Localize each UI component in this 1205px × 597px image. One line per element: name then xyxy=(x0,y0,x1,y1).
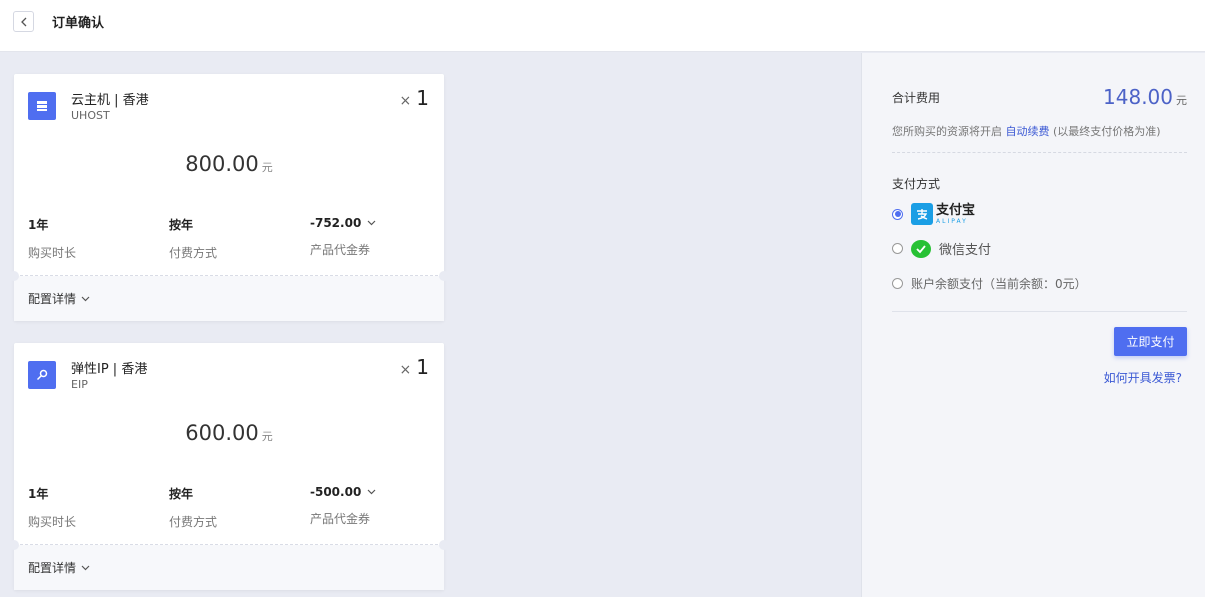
chevron-down-icon xyxy=(367,220,376,226)
auto-renew-link[interactable]: 自动续费 xyxy=(1006,125,1050,138)
price: 600.00 元 xyxy=(14,421,444,445)
chevron-down-icon xyxy=(81,296,90,301)
duration: 1年 购买时长 xyxy=(28,216,76,261)
billing: 按年 付费方式 xyxy=(169,485,217,530)
coupon-value: -500.00 xyxy=(310,485,362,499)
divider xyxy=(892,311,1187,312)
price: 800.00 元 xyxy=(14,152,444,176)
pay-now-button[interactable]: 立即支付 xyxy=(1114,327,1187,356)
coupon-dropdown[interactable]: -752.00 xyxy=(310,216,376,230)
notch xyxy=(9,271,19,281)
billing-value: 按年 xyxy=(169,218,194,232)
duration-label: 购买时长 xyxy=(28,246,77,260)
server-icon xyxy=(28,92,56,120)
payment-option-alipay[interactable]: 支付宝 ALIPAY xyxy=(892,203,975,225)
price-value: 800.00 xyxy=(185,152,259,176)
balance-label: 账户余额支付（当前余额：0元） xyxy=(911,277,1087,291)
price-unit: 元 xyxy=(261,161,273,174)
coupon-label: 产品代金券 xyxy=(310,243,371,257)
radio-unselected[interactable] xyxy=(892,243,903,254)
quantity-value: 1 xyxy=(416,355,429,379)
config-details-label: 配置详情 xyxy=(28,292,77,306)
quantity-value: 1 xyxy=(416,86,429,110)
divider xyxy=(20,544,438,545)
billing: 按年 付费方式 xyxy=(169,216,217,261)
alipay-subtitle: ALIPAY xyxy=(936,217,968,225)
price-unit: 元 xyxy=(261,430,273,443)
alipay-logo: 支付宝 ALIPAY xyxy=(911,203,975,225)
notch xyxy=(9,540,19,550)
payment-method-title: 支付方式 xyxy=(892,177,941,191)
chevron-left-icon xyxy=(20,17,26,26)
product-name: 云主机 | 香港 xyxy=(71,93,149,108)
invoice-help-link[interactable]: 如何开具发票? xyxy=(1104,369,1182,386)
billing-label: 付费方式 xyxy=(169,515,218,529)
price-value: 600.00 xyxy=(185,421,259,445)
total-value: 148.00 xyxy=(1103,85,1173,109)
total-unit: 元 xyxy=(1176,94,1187,107)
payment-option-wechat[interactable]: 微信支付 xyxy=(892,239,991,258)
wechat-label: 微信支付 xyxy=(939,243,992,258)
divider xyxy=(20,275,438,276)
payment-option-balance[interactable]: 账户余额支付（当前余额：0元） xyxy=(892,275,1087,292)
product-name: 弹性IP | 香港 xyxy=(71,362,148,377)
coupon: -752.00 产品代金券 xyxy=(310,216,376,258)
radio-unselected[interactable] xyxy=(892,278,903,289)
multiply-sign: × xyxy=(399,93,412,109)
page-title: 订单确认 xyxy=(52,16,105,31)
coupon-label: 产品代金券 xyxy=(310,512,371,526)
duration-value: 1年 xyxy=(28,487,49,501)
quantity: × 1 xyxy=(400,355,429,379)
total-label: 合计费用 xyxy=(892,91,941,105)
wechat-icon xyxy=(911,239,931,258)
coupon-value: -752.00 xyxy=(310,216,362,230)
order-summary-panel: 合计费用 148.00 元 您所购买的资源将开启 自动续费 (以最终支付价格为准… xyxy=(861,53,1205,597)
config-details-toggle[interactable]: 配置详情 xyxy=(14,545,444,590)
config-details-label: 配置详情 xyxy=(28,561,77,575)
divider xyxy=(892,152,1187,153)
renew-prefix: 您所购买的资源将开启 xyxy=(892,125,1002,138)
billing-label: 付费方式 xyxy=(169,246,218,260)
order-list: 云主机 | 香港 UHOST × 1 800.00 元 1年 购买时长 按年 付费… xyxy=(0,53,861,597)
duration-value: 1年 xyxy=(28,218,49,232)
config-details-toggle[interactable]: 配置详情 xyxy=(14,276,444,321)
renew-suffix: (以最终支付价格为准) xyxy=(1053,125,1161,138)
order-card-eip: 弹性IP | 香港 EIP × 1 600.00 元 1年 购买时长 按年 付费方… xyxy=(9,343,449,590)
duration: 1年 购买时长 xyxy=(28,485,76,530)
coupon-dropdown[interactable]: -500.00 xyxy=(310,485,376,499)
notch xyxy=(439,540,449,550)
product-code: EIP xyxy=(71,378,88,391)
billing-value: 按年 xyxy=(169,487,194,501)
coupon: -500.00 产品代金券 xyxy=(310,485,376,527)
product-code: UHOST xyxy=(71,109,110,122)
alipay-icon xyxy=(911,203,933,225)
total-amount: 148.00 元 xyxy=(1103,85,1187,109)
ip-icon xyxy=(28,361,56,389)
notch xyxy=(439,271,449,281)
multiply-sign: × xyxy=(399,362,412,378)
top-bar: 订单确认 xyxy=(0,0,1205,52)
duration-label: 购买时长 xyxy=(28,515,77,529)
back-button[interactable] xyxy=(13,11,34,32)
order-card-uhost: 云主机 | 香港 UHOST × 1 800.00 元 1年 购买时长 按年 付费… xyxy=(9,74,449,321)
alipay-name: 支付宝 xyxy=(936,202,976,218)
chevron-down-icon xyxy=(367,489,376,495)
quantity: × 1 xyxy=(400,86,429,110)
auto-renew-note: 您所购买的资源将开启 自动续费 (以最终支付价格为准) xyxy=(892,123,1161,139)
chevron-down-icon xyxy=(81,565,90,570)
radio-selected[interactable] xyxy=(892,208,903,220)
